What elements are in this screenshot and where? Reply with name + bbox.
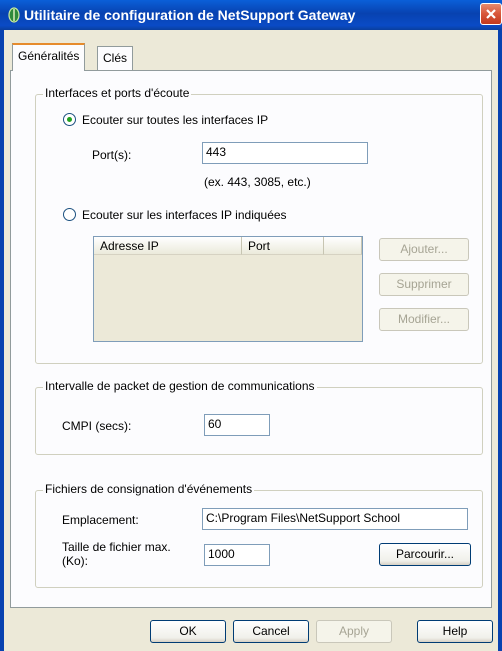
max-size-label-line2: (Ko): — [62, 554, 89, 568]
browse-button[interactable]: Parcourir... — [379, 543, 471, 566]
column-header-extra[interactable] — [324, 237, 362, 255]
radio-specific-interfaces[interactable] — [63, 208, 76, 221]
ip-address-list[interactable]: Adresse IP Port — [93, 236, 363, 342]
tab-keys[interactable]: Clés — [97, 46, 134, 70]
max-size-label-line1: Taille de fichier max. — [62, 540, 171, 554]
cmpi-label: CMPI (secs): — [62, 419, 132, 433]
log-group-label: Fichiers de consignation d'événements — [43, 482, 255, 496]
listen-group-label: Interfaces et ports d'écoute — [43, 86, 192, 100]
port-label: Port(s): — [92, 148, 132, 162]
radio-specific-interfaces-label[interactable]: Ecouter sur les interfaces IP indiquées — [82, 208, 287, 222]
log-group — [35, 490, 483, 588]
help-button[interactable]: Help — [417, 620, 493, 643]
tab-general[interactable]: Généralités — [12, 43, 86, 71]
location-input[interactable]: C:\Program Files\NetSupport School — [202, 508, 468, 530]
netsupport-gateway-icon — [8, 7, 20, 23]
cancel-button[interactable]: Cancel — [233, 620, 309, 643]
window-frame-right — [498, 30, 502, 651]
column-header-ip-address[interactable]: Adresse IP — [94, 237, 242, 255]
column-header-port[interactable]: Port — [242, 237, 324, 255]
radio-all-interfaces[interactable] — [63, 113, 76, 126]
cmpi-input[interactable]: 60 — [204, 414, 270, 436]
location-label: Emplacement: — [62, 513, 139, 527]
max-size-input[interactable]: 1000 — [204, 544, 270, 566]
close-icon — [486, 9, 496, 19]
remove-button[interactable]: Supprimer — [379, 273, 469, 296]
ok-button[interactable]: OK — [150, 620, 226, 643]
close-button[interactable] — [480, 3, 502, 25]
modify-button[interactable]: Modifier... — [379, 308, 469, 331]
add-button[interactable]: Ajouter... — [379, 238, 469, 261]
window-frame-left — [0, 30, 4, 651]
radio-all-interfaces-label[interactable]: Ecouter sur toutes les interfaces IP — [82, 113, 268, 127]
port-input[interactable]: 443 — [202, 142, 368, 164]
cmpi-group-label: Intervalle de packet de gestion de commu… — [43, 379, 317, 393]
window-title: Utilitaire de configuration de NetSuppor… — [24, 7, 356, 23]
apply-button[interactable]: Apply — [316, 620, 392, 643]
port-hint: (ex. 443, 3085, etc.) — [204, 175, 311, 189]
title-bar[interactable]: Utilitaire de configuration de NetSuppor… — [0, 0, 502, 30]
